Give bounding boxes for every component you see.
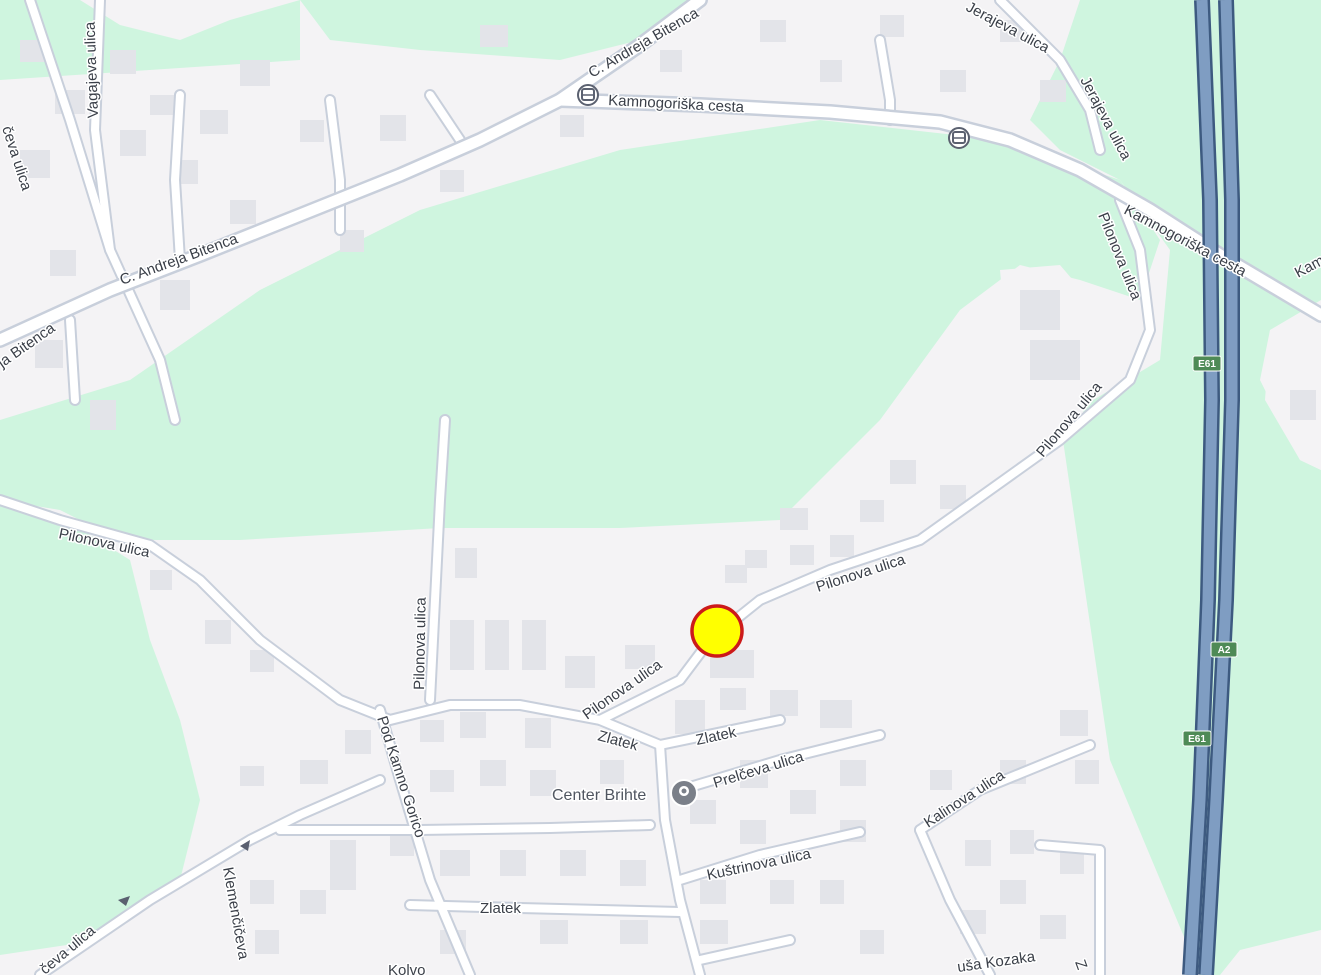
- location-pin-icon[interactable]: [670, 779, 698, 807]
- shield-e61-1: E61: [1192, 355, 1222, 372]
- svg-text:A2: A2: [1218, 645, 1231, 656]
- bus-stop-icon[interactable]: [948, 127, 970, 149]
- street-label-vagajeva: Vagajeva ulica: [82, 21, 102, 119]
- selected-location-marker[interactable]: [690, 604, 744, 658]
- shield-a2: A2: [1210, 641, 1238, 658]
- svg-text:Center Brihte: Center Brihte: [552, 787, 646, 804]
- street-label-pilonova-vertical: Pilonova ulica: [411, 597, 430, 690]
- street-label-kolvo-edge: Kolvo: [388, 962, 426, 975]
- svg-text:E61: E61: [1198, 359, 1216, 370]
- svg-text:E61: E61: [1188, 734, 1206, 745]
- street-label-zlatek-3: Zlatek: [480, 900, 521, 917]
- map-canvas[interactable]: E61 A2 E61 Vagajeva ulica čeva ulica C. …: [0, 0, 1321, 975]
- bus-stop-icon[interactable]: [577, 84, 599, 106]
- shield-e61-2: E61: [1182, 730, 1212, 747]
